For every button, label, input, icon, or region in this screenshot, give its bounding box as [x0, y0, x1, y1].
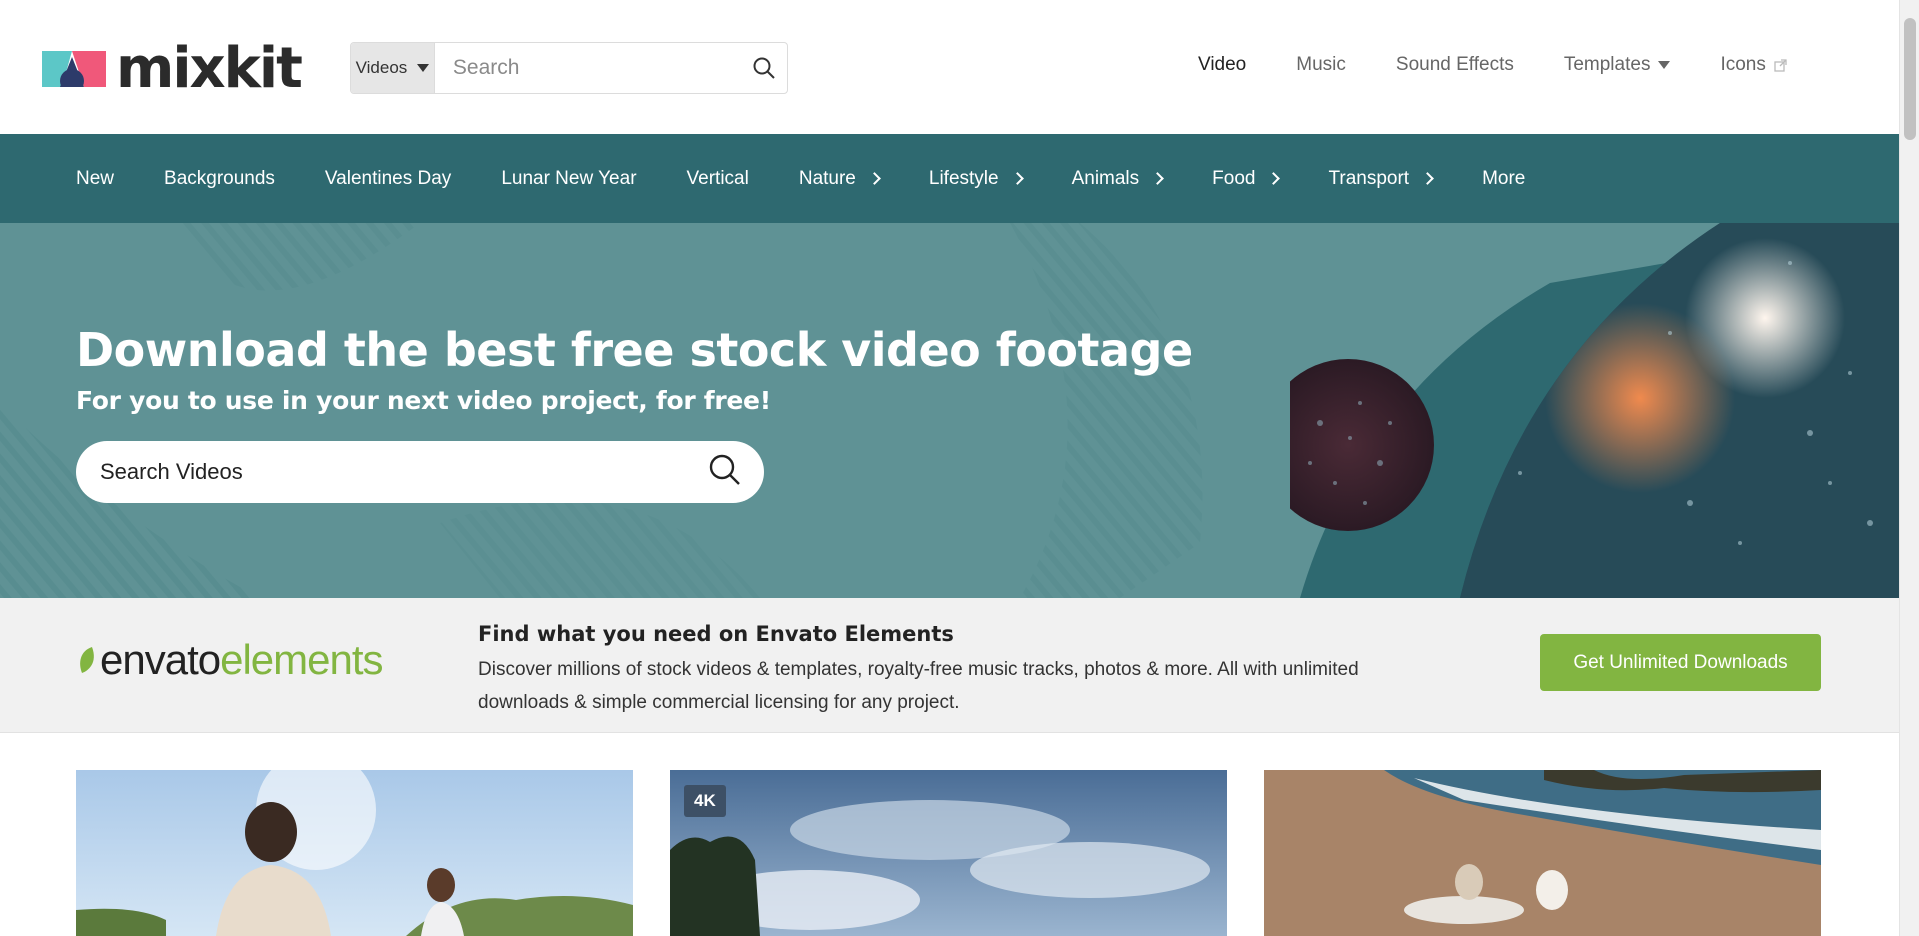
external-link-icon: [1774, 58, 1787, 72]
category-label: New: [76, 167, 115, 189]
hero-search-box: [76, 441, 764, 503]
chevron-right-icon: [868, 172, 881, 185]
nav-icons[interactable]: Icons: [1720, 54, 1787, 76]
get-unlimited-downloads-button[interactable]: Get Unlimited Downloads: [1540, 634, 1821, 691]
hero-search-input[interactable]: [98, 458, 708, 486]
video-preview-image: [670, 770, 1227, 936]
nav-video[interactable]: Video: [1198, 54, 1246, 76]
video-grid: 4K: [76, 770, 1821, 936]
top-navigation: Video Music Sound Effects Templates Icon…: [1198, 54, 1787, 76]
category-label: Lunar New Year: [501, 167, 637, 189]
category-backgrounds[interactable]: Backgrounds: [164, 168, 275, 190]
video-thumbnail[interactable]: [1264, 770, 1821, 936]
category-label: Backgrounds: [164, 167, 275, 189]
category-more[interactable]: More: [1482, 168, 1525, 190]
nav-templates[interactable]: Templates: [1564, 54, 1671, 76]
category-label: Nature: [798, 167, 856, 189]
nav-music[interactable]: Music: [1296, 54, 1346, 76]
nav-templates-label: Templates: [1563, 54, 1651, 75]
nav-icons-label: Icons: [1720, 54, 1766, 75]
category-lifestyle[interactable]: Lifestyle: [928, 167, 1024, 190]
category-label: Lifestyle: [928, 167, 999, 189]
elements-logo-text: elements: [220, 636, 383, 683]
envato-description: Discover millions of stock videos & temp…: [478, 659, 1359, 713]
chevron-right-icon: [1151, 172, 1165, 185]
search-icon: [709, 454, 740, 485]
video-thumbnail[interactable]: 4K: [670, 770, 1227, 936]
video-thumbnail[interactable]: [76, 770, 633, 936]
site-header: mixkit Videos Video Music Sound Effects …: [0, 0, 1899, 134]
category-animals[interactable]: Animals: [1071, 167, 1165, 190]
category-vertical[interactable]: Vertical: [687, 168, 749, 190]
category-lunar-new-year[interactable]: Lunar New Year: [501, 168, 636, 190]
4k-badge: 4K: [684, 785, 726, 817]
search-type-dropdown[interactable]: Videos: [351, 43, 435, 93]
hero-title: Download the best free stock video foota…: [76, 323, 1193, 377]
mixkit-logo[interactable]: mixkit: [42, 36, 303, 101]
category-label: Vertical: [686, 167, 749, 189]
hero-search-button[interactable]: [708, 453, 742, 492]
video-preview-image: [76, 770, 633, 936]
category-label: Transport: [1328, 167, 1410, 189]
video-preview-image: [1264, 770, 1821, 936]
caret-down-icon: [1658, 61, 1671, 69]
scrollbar-thumb[interactable]: [1904, 18, 1916, 140]
category-nature[interactable]: Nature: [798, 167, 881, 190]
hero-banner: Download the best free stock video foota…: [0, 223, 1899, 598]
search-icon: [753, 57, 776, 79]
category-bar: New Backgrounds Valentines Day Lunar New…: [0, 134, 1899, 223]
leaf-icon: [80, 647, 94, 673]
chevron-right-icon: [1267, 172, 1281, 185]
logo-mark-icon: [42, 51, 106, 87]
caret-down-icon: [417, 64, 430, 72]
header-search: Videos: [350, 42, 788, 94]
search-input[interactable]: [434, 43, 742, 93]
logo-wordmark: mixkit: [116, 36, 303, 101]
category-label: Animals: [1071, 167, 1140, 189]
category-label: Food: [1212, 167, 1256, 189]
hero-artwork: [1262, 223, 1899, 598]
hero-subtitle: For you to use in your next video projec…: [76, 386, 771, 415]
nav-sound-effects[interactable]: Sound Effects: [1396, 54, 1514, 76]
envato-logo-text: envato: [100, 636, 221, 683]
category-label: More: [1482, 167, 1526, 189]
category-valentines-day[interactable]: Valentines Day: [325, 168, 451, 190]
hero-image: [1262, 223, 1899, 598]
envato-title: Find what you need on Envato Elements: [478, 622, 954, 646]
chevron-right-icon: [1421, 172, 1434, 185]
page-scrollbar[interactable]: [1899, 0, 1919, 936]
envato-banner: envato elements Find what you need on En…: [0, 598, 1899, 733]
chevron-right-icon: [1010, 172, 1024, 185]
category-food[interactable]: Food: [1212, 167, 1281, 190]
envato-elements-logo[interactable]: envato elements: [76, 636, 384, 684]
category-label: Valentines Day: [324, 167, 452, 189]
category-new[interactable]: New: [76, 168, 114, 190]
category-transport[interactable]: Transport: [1328, 167, 1434, 190]
search-button[interactable]: [742, 43, 787, 93]
search-type-label: Videos: [355, 58, 408, 77]
